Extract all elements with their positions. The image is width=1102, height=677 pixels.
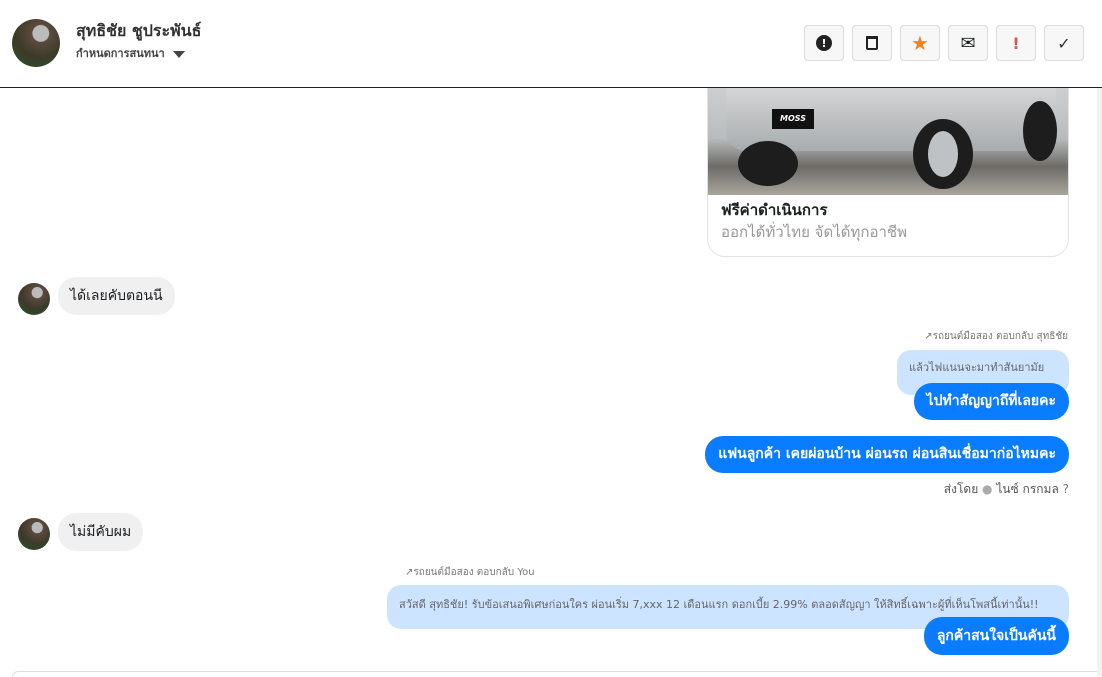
spam-button[interactable]: ! bbox=[996, 25, 1036, 61]
delete-button[interactable] bbox=[852, 25, 892, 61]
scrollbar[interactable] bbox=[1097, 88, 1102, 676]
chevron-down-icon bbox=[172, 50, 185, 58]
star-icon: ★ bbox=[911, 31, 929, 55]
conversation-header: สุทธิชัย ชูประพันธ์ กำหนดการสนทนา ! ★ ✉ … bbox=[0, 0, 1102, 88]
dropdown-label: กำหนดการสนทนา bbox=[76, 47, 165, 60]
help-icon: ? bbox=[1062, 482, 1069, 496]
message-composer[interactable] bbox=[12, 671, 1097, 677]
message-outgoing: แฟนลูกค้า เคยผ่อนบ้าน ผ่อนรถ ผ่อนสินเชื่… bbox=[705, 436, 1069, 473]
star-button[interactable]: ★ bbox=[900, 25, 940, 61]
trash-icon bbox=[866, 36, 878, 50]
conversation-settings-dropdown[interactable]: กำหนดการสนทนา bbox=[76, 44, 185, 62]
mail-button[interactable]: ✉ bbox=[948, 25, 988, 61]
done-button[interactable]: ✓ bbox=[1044, 25, 1084, 61]
avatar[interactable] bbox=[12, 19, 60, 67]
sent-by: ส่งโดย ● ไนซ์ กรกมล ? bbox=[943, 482, 1069, 496]
message-outgoing: ไปทำสัญญาถึที่เลยคะ bbox=[913, 383, 1069, 420]
alert-button[interactable]: ! bbox=[804, 25, 844, 61]
message-incoming: ไม่มีคับผม bbox=[58, 513, 144, 551]
envelope-icon: ✉ bbox=[960, 32, 976, 54]
car-image: MOSS bbox=[708, 81, 1068, 195]
alert-circle-icon: ! bbox=[816, 35, 832, 51]
card-title: ฟรีค่าดำเนินการ bbox=[721, 201, 828, 219]
check-icon: ✓ bbox=[1057, 33, 1071, 53]
avatar bbox=[18, 518, 50, 550]
avatar bbox=[18, 283, 50, 315]
ad-card[interactable]: MOSS ฟรีค่าดำเนินการ ออกได้ทั่วไทย จัดได… bbox=[707, 80, 1069, 257]
sender-name: ไนซ์ กรกมล bbox=[996, 482, 1059, 496]
license-plate: MOSS bbox=[772, 109, 814, 129]
message-incoming: ได้เลยคับตอนนี bbox=[58, 277, 175, 315]
message-outgoing: ลูกค้าสนใจเป็นคันนี้ bbox=[923, 617, 1069, 655]
contact-name: สุทธิชัย ชูประพันธ์ bbox=[76, 21, 202, 40]
verified-icon: ● bbox=[982, 482, 993, 496]
reply-label: ↗รถยนต์มือสอง ตอบกลับ สุทธิชัย bbox=[924, 331, 1068, 342]
reply-label: ↗รถยนต์มือสอง ตอบกลับ You bbox=[405, 567, 535, 578]
exclamation-icon: ! bbox=[1012, 33, 1020, 53]
card-subtitle: ออกได้ทั่วไทย จัดได้ทุกอาชีพ bbox=[721, 223, 907, 241]
